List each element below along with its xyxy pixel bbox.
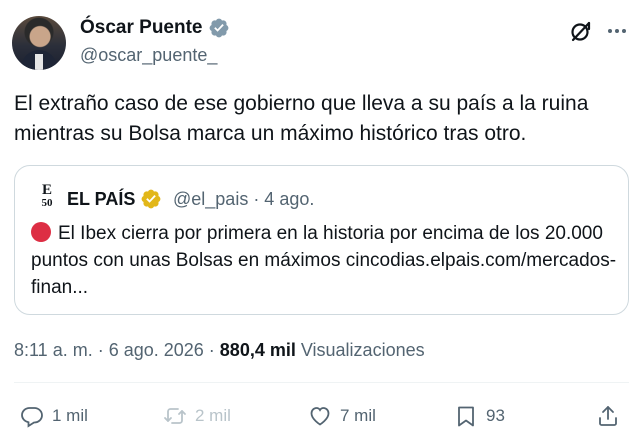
- heart-icon: [310, 407, 330, 426]
- more-dot: [608, 29, 612, 33]
- reply-button[interactable]: 1 mil: [20, 398, 88, 434]
- author-avatar[interactable]: [12, 16, 66, 70]
- views-count: 880,4 mil: [219, 340, 296, 360]
- quote-author-name[interactable]: EL PAÍS: [67, 188, 135, 210]
- repost-count: 2 mil: [195, 406, 231, 425]
- tweet-actions-bar: 1 mil 2 mil 7 mil 93: [0, 398, 641, 434]
- author-handle[interactable]: @oscar_puente_: [80, 44, 217, 66]
- red-circle-icon: [31, 222, 51, 242]
- bookmark-icon: [458, 406, 474, 427]
- author-name-row[interactable]: Óscar Puente: [80, 17, 230, 39]
- bookmark-button[interactable]: 93: [454, 398, 505, 434]
- bookmark-count: 93: [486, 406, 505, 425]
- quote-handle-date[interactable]: @el_pais · 4 ago.: [173, 188, 314, 210]
- reply-icon: [21, 407, 43, 428]
- repost-icon: [164, 408, 186, 424]
- tweet-text: El extraño caso de ese gobierno que llev…: [14, 92, 589, 145]
- like-button[interactable]: 7 mil: [308, 398, 376, 434]
- share-icon: [599, 406, 617, 426]
- tweet-timestamp[interactable]: 8:11 a. m. · 6 ago. 2026 ·: [14, 340, 220, 360]
- quote-author-name-row[interactable]: EL PAÍS: [67, 188, 162, 210]
- logo-letter: E: [41, 182, 52, 198]
- quote-text: El Ibex cierra por primera en la histori…: [31, 220, 621, 301]
- quote-text-content: El Ibex cierra por primera en la histori…: [31, 223, 617, 298]
- avatar-shirt: [35, 54, 43, 70]
- repost-button[interactable]: 2 mil: [163, 398, 231, 434]
- tweet-meta-row: 8:11 a. m. · 6 ago. 2026 · 880,4 mil Vis…: [14, 339, 425, 361]
- views-label: Visualizaciones: [295, 340, 425, 360]
- more-dot: [615, 29, 619, 33]
- verified-org-badge-icon: [141, 189, 161, 209]
- author-name[interactable]: Óscar Puente: [80, 17, 203, 39]
- reply-count: 1 mil: [52, 406, 88, 425]
- verified-badge-icon: [209, 18, 228, 38]
- divider: [14, 382, 629, 383]
- more-options-icon[interactable]: [604, 18, 630, 44]
- like-count: 7 mil: [340, 406, 376, 425]
- share-button[interactable]: [596, 398, 620, 434]
- logo-number: 50: [41, 197, 53, 209]
- el-pais-logo[interactable]: E 50: [37, 182, 57, 212]
- quoted-tweet-card[interactable]: E 50 EL PAÍS @el_pais · 4 ago. El Ibex c…: [14, 165, 629, 315]
- grok-icon[interactable]: [568, 18, 594, 44]
- more-dot: [622, 29, 626, 33]
